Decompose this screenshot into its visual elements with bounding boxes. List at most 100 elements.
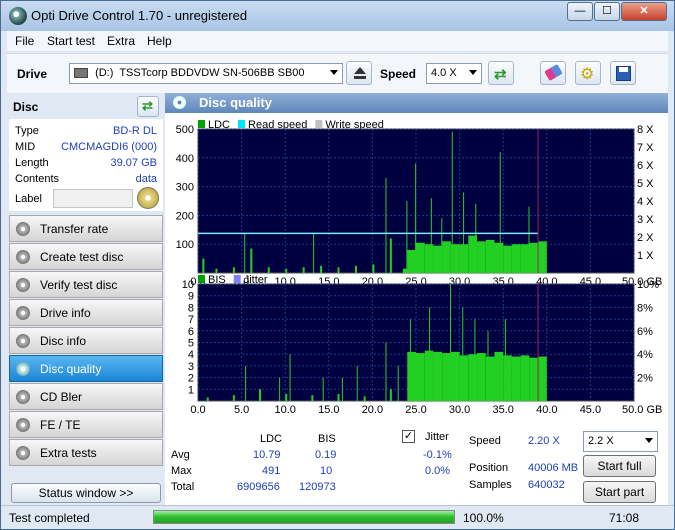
ldc-spike-bar <box>415 163 417 273</box>
nav-label: FE / TE <box>40 418 81 432</box>
bis-bar <box>416 353 425 401</box>
bis-x-tick: 35.0 <box>492 404 513 416</box>
eject-button[interactable] <box>346 61 372 85</box>
total-label: Total <box>171 481 195 493</box>
ldc-y-tick: 400 <box>176 153 194 165</box>
test-speed-select[interactable]: 2.2 X <box>583 431 658 452</box>
gears-icon: ⚙ <box>580 66 595 83</box>
menu-file[interactable]: File <box>15 34 34 48</box>
ldc-bar <box>354 265 357 273</box>
bis-bar <box>259 389 262 401</box>
nav-fe-te[interactable]: FE / TE <box>9 411 163 438</box>
nav-extra-tests[interactable]: Extra tests <box>9 439 163 466</box>
ldc-bar <box>232 267 235 273</box>
ldc-spike-bar <box>313 232 315 273</box>
bis-bar <box>468 354 478 401</box>
max-ldc: 491 <box>262 465 281 477</box>
bis-bar <box>450 351 460 401</box>
nav-transfer-rate[interactable]: Transfer rate <box>9 215 163 242</box>
ldc-bar <box>337 267 340 273</box>
disc-icon <box>16 446 30 460</box>
ldc-legend-swatch <box>238 120 246 128</box>
menu-extra[interactable]: Extra <box>107 34 135 48</box>
position-value: 40006 MB <box>528 462 579 474</box>
ldc-bar <box>215 268 218 273</box>
ldc-y2-tick: 8 X <box>637 124 654 136</box>
status-window-button[interactable]: Status window >> <box>11 483 161 503</box>
ldc-bar <box>520 244 530 273</box>
maximize-button[interactable]: ☐ <box>594 2 620 21</box>
bis-x-tick: 0.0 <box>190 404 205 416</box>
avg-bis: 0.19 <box>315 449 337 461</box>
disc-info-panel: Type BD-R DL MID CMCMAGDI6 (000) Length … <box>9 119 163 211</box>
nav-drive-info[interactable]: Drive info <box>9 299 163 326</box>
ldc-y2-tick: 1 X <box>637 250 654 262</box>
avg-ldc: 10.79 <box>253 449 281 461</box>
bis-y-tick: 7 <box>188 314 194 326</box>
drive-select[interactable]: (D:) TSSTcorp BDDVDW SN-506BB SB00 <box>69 63 343 84</box>
bis-bar <box>459 355 469 401</box>
nav-label: CD Bler <box>40 390 83 404</box>
save-button[interactable] <box>610 61 636 85</box>
bis-bar <box>511 356 521 401</box>
bis-spike-bar <box>397 365 399 401</box>
disc-icon <box>16 278 30 292</box>
nav-verify-test-disc[interactable]: Verify test disc <box>9 271 163 298</box>
disc-icon <box>16 306 30 320</box>
ldc-spike-bar <box>528 206 530 273</box>
ldc-bar <box>538 241 547 273</box>
ldc-spike-bar <box>430 198 432 273</box>
ldc-spike-bar <box>441 218 443 273</box>
nav-disc-quality[interactable]: Disc quality <box>9 355 163 382</box>
status-text: Test completed <box>9 511 90 525</box>
bis-y2-tick: 10% <box>637 279 659 291</box>
disc-label-button[interactable] <box>137 187 159 209</box>
disc-quality-charts: LDCRead speedWrite speed0.05.010.015.020… <box>176 119 663 416</box>
drive-name: TSSTcorp BDDVDW SN-506BB SB00 <box>119 67 305 79</box>
test-speed-value: 2.2 X <box>588 435 614 447</box>
menu-start-test[interactable]: Start test <box>47 34 95 48</box>
bis-y2-tick: 2% <box>637 373 653 385</box>
start-full-button[interactable]: Start full <box>583 455 656 477</box>
disc-icon <box>16 362 30 376</box>
disc-mid-label: MID <box>15 141 36 153</box>
bis-legend-swatch <box>198 275 205 283</box>
refresh-button[interactable]: ⇄ <box>488 61 514 85</box>
bis-spike-bar <box>429 307 431 401</box>
position-label: Position <box>469 462 509 474</box>
disc-header-title: Disc <box>13 100 39 114</box>
minimize-button[interactable]: — <box>567 2 593 21</box>
ldc-bar <box>529 242 539 273</box>
max-bis: 10 <box>320 465 333 477</box>
total-ldc: 6909656 <box>237 481 280 493</box>
bis-bar <box>337 393 340 401</box>
app-window: Opti Drive Control 1.70 - unregistered —… <box>0 0 675 530</box>
ldc-legend-swatch <box>315 120 323 128</box>
disc-refresh-button[interactable]: ⇄ <box>137 96 159 117</box>
bis-bar <box>494 351 504 401</box>
nav-cd-bler[interactable]: CD Bler <box>9 383 163 410</box>
nav-label: Create test disc <box>40 250 124 264</box>
nav-label: Verify test disc <box>40 278 118 292</box>
ldc-bar <box>503 245 512 273</box>
nav-create-test-disc[interactable]: Create test disc <box>9 243 163 270</box>
bis-y-tick: 6 <box>188 326 194 338</box>
settings-button[interactable]: ⚙ <box>575 61 601 85</box>
bis-bar <box>433 351 443 401</box>
start-part-button[interactable]: Start part <box>583 481 656 503</box>
disc-length-label: Length <box>15 157 49 169</box>
jitter-checkbox[interactable]: ✓ <box>402 430 415 443</box>
erase-button[interactable] <box>540 61 566 85</box>
disc-label-input[interactable] <box>53 189 133 208</box>
bis-bar <box>363 396 366 401</box>
menu-help[interactable]: Help <box>147 34 172 48</box>
ldc-spike-bar <box>475 203 477 273</box>
speed-select[interactable]: 4.0 X <box>426 63 482 84</box>
ldc-y2-tick: 5 X <box>637 178 654 190</box>
nav-disc-info[interactable]: Disc info <box>9 327 163 354</box>
ldc-y2-tick: 7 X <box>637 142 654 154</box>
close-button[interactable]: ✕ <box>621 2 667 21</box>
ldc-bar <box>302 267 305 273</box>
ldc-bar <box>494 242 504 273</box>
bis-legend-swatch <box>233 275 241 283</box>
